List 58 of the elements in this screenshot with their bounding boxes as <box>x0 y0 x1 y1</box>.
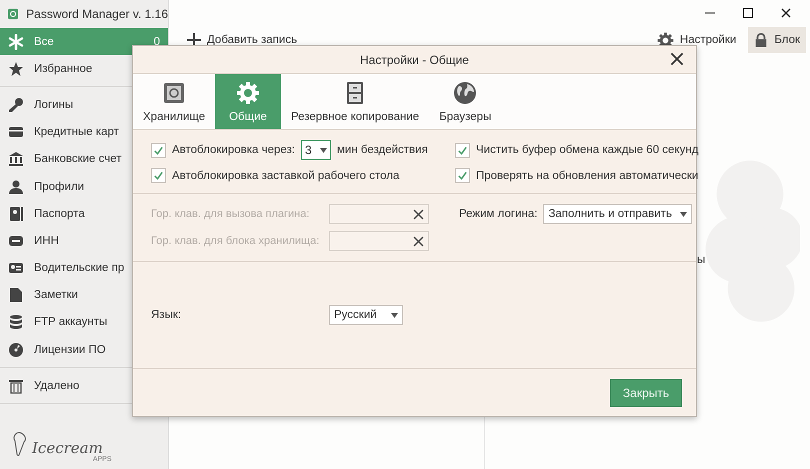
minutes-dropdown[interactable]: 3 <box>301 140 331 160</box>
lock-icon <box>754 33 768 47</box>
ice-cream-icon <box>12 431 28 457</box>
settings-tab[interactable]: Браузеры <box>429 74 502 129</box>
add-entry-button[interactable]: Добавить запись <box>183 27 302 53</box>
plus-icon <box>187 33 201 47</box>
login-mode-dropdown[interactable]: Заполнить и отправить <box>543 204 692 224</box>
sidebar-item[interactable]: Удалено <box>0 372 168 400</box>
checkbox[interactable] <box>455 168 470 183</box>
disc-icon <box>8 342 24 358</box>
sidebar-item[interactable]: Лицензии ПО <box>0 336 168 364</box>
app-icon <box>8 7 18 21</box>
checkbox[interactable] <box>151 168 166 183</box>
close-icon <box>670 52 684 66</box>
key-icon <box>8 96 24 113</box>
caret-icon <box>320 148 327 152</box>
login-mode-label: Режим логина: <box>459 208 538 220</box>
logo-text: Icecream <box>32 439 103 457</box>
document-icon <box>8 287 24 304</box>
app-title: Password Manager v. 1.16 <box>26 7 168 21</box>
person-icon <box>8 178 24 195</box>
lock-button[interactable]: Блок <box>748 27 806 53</box>
checkbox-label: Автоблокировка заставкой рабочего стола <box>172 170 400 182</box>
checkbox-label: Автоблокировка через: <box>172 144 295 156</box>
hotkey-label: Гор. клав. для блока хранилища: <box>151 235 320 247</box>
globe-icon <box>453 81 478 105</box>
trash-icon <box>8 378 24 394</box>
maximize-icon <box>743 8 753 18</box>
dialog-close-button[interactable] <box>670 52 684 66</box>
settings-tab[interactable]: Резервное копирование <box>280 74 430 129</box>
language-dropdown[interactable]: Русский <box>329 305 403 325</box>
hotkey-field[interactable] <box>329 204 429 224</box>
passport-icon <box>8 206 24 222</box>
sidebar-item[interactable]: Заметки <box>0 282 168 309</box>
safe-icon <box>162 81 186 105</box>
language-label: Язык: <box>151 309 182 321</box>
asterisk-icon <box>8 34 24 50</box>
database-icon <box>8 314 24 330</box>
hotkey-label: Гор. клав. для вызова плагина: <box>151 208 310 220</box>
clear-icon <box>413 236 424 246</box>
star-icon <box>8 60 24 77</box>
hotkey-field[interactable] <box>329 231 429 251</box>
sidebar-item[interactable]: Профили <box>0 172 168 200</box>
gear-icon <box>236 81 260 105</box>
caret-icon <box>391 312 398 318</box>
checkbox[interactable] <box>455 142 470 158</box>
minutes-suffix: мин бездействия <box>337 144 428 156</box>
sidebar-item[interactable]: Банковские счет <box>0 146 168 173</box>
checkbox-label: Чистить буфер обмена каждые 60 секунд <box>476 144 698 156</box>
checkbox[interactable] <box>151 142 166 158</box>
sidebar-item[interactable]: Водительские пр <box>0 254 168 282</box>
dialog-title: Настройки - Общие <box>360 52 469 66</box>
checkbox-label: Проверять на обновления автоматически <box>476 170 698 182</box>
close-icon <box>781 8 791 18</box>
clear-icon <box>413 208 424 220</box>
caret-icon <box>680 212 687 216</box>
detail-text: ы <box>697 254 706 266</box>
bank-icon <box>8 151 24 168</box>
